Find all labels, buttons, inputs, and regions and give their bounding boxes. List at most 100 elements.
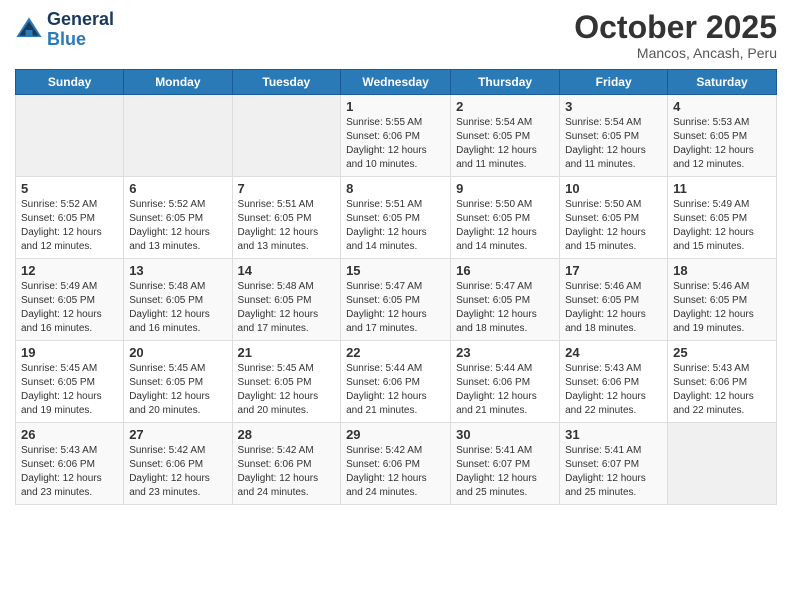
day-info: Sunrise: 5:54 AM Sunset: 6:05 PM Dayligh… [565,116,662,172]
header-friday: Friday [560,70,668,95]
day-number: 24 [565,345,662,360]
day-info: Sunrise: 5:52 AM Sunset: 6:05 PM Dayligh… [129,198,226,254]
calendar-cell: 31 Sunrise: 5:41 AM Sunset: 6:07 PM Dayli… [560,423,668,505]
calendar-cell [16,95,124,177]
calendar-cell: 10Sunrise: 5:50 AM Sunset: 6:05 PM Dayli… [560,177,668,259]
day-info: Sunrise: 5:52 AM Sunset: 6:05 PM Dayligh… [21,198,118,254]
calendar-cell: 24 Sunrise: 5:43 AM Sunset: 6:06 PM Dayli… [560,341,668,423]
day-info: Sunrise: 5:43 AM Sunset: 6:06 PM Dayligh… [673,362,771,418]
day-info: Sunrise: 5:41 AM Sunset: 6:07 PM Dayligh… [565,444,662,500]
day-number: 30 [456,427,554,442]
calendar-cell [232,95,341,177]
day-info: Sunrise: 5:55 AM Sunset: 6:06 PM Dayligh… [346,116,445,172]
calendar-cell: 1 Sunrise: 5:55 AM Sunset: 6:06 PM Daylig… [341,95,451,177]
week-row-0: 1 Sunrise: 5:55 AM Sunset: 6:06 PM Daylig… [16,95,777,177]
week-row-2: 12Sunrise: 5:49 AM Sunset: 6:05 PM Dayli… [16,259,777,341]
day-number: 2 [456,99,554,114]
day-info: Sunrise: 5:43 AM Sunset: 6:06 PM Dayligh… [565,362,662,418]
calendar-cell: 23Sunrise: 5:44 AM Sunset: 6:06 PM Dayli… [451,341,560,423]
day-number: 19 [21,345,118,360]
calendar-cell: 9Sunrise: 5:50 AM Sunset: 6:05 PM Daylig… [451,177,560,259]
header-sunday: Sunday [16,70,124,95]
day-number: 3 [565,99,662,114]
day-info: Sunrise: 5:48 AM Sunset: 6:05 PM Dayligh… [129,280,226,336]
day-info: Sunrise: 5:41 AM Sunset: 6:07 PM Dayligh… [456,444,554,500]
week-row-4: 26 Sunrise: 5:43 AM Sunset: 6:06 PM Dayli… [16,423,777,505]
calendar-cell: 11 Sunrise: 5:49 AM Sunset: 6:05 PM Dayli… [668,177,777,259]
day-info: Sunrise: 5:44 AM Sunset: 6:06 PM Dayligh… [346,362,445,418]
calendar-header-row: SundayMondayTuesdayWednesdayThursdayFrid… [16,70,777,95]
calendar-cell: 4 Sunrise: 5:53 AM Sunset: 6:05 PM Daylig… [668,95,777,177]
location: Mancos, Ancash, Peru [574,45,777,61]
calendar-cell: 28Sunrise: 5:42 AM Sunset: 6:06 PM Dayli… [232,423,341,505]
calendar-cell: 13Sunrise: 5:48 AM Sunset: 6:05 PM Dayli… [124,259,232,341]
day-info: Sunrise: 5:50 AM Sunset: 6:05 PM Dayligh… [565,198,662,254]
day-info: Sunrise: 5:45 AM Sunset: 6:05 PM Dayligh… [21,362,118,418]
day-number: 14 [238,263,336,278]
calendar-cell: 5Sunrise: 5:52 AM Sunset: 6:05 PM Daylig… [16,177,124,259]
logo-text: General Blue [47,10,114,50]
calendar-cell [124,95,232,177]
calendar-cell: 15 Sunrise: 5:47 AM Sunset: 6:05 PM Dayli… [341,259,451,341]
calendar-cell: 29 Sunrise: 5:42 AM Sunset: 6:06 PM Dayli… [341,423,451,505]
calendar-cell: 6 Sunrise: 5:52 AM Sunset: 6:05 PM Daylig… [124,177,232,259]
day-number: 28 [238,427,336,442]
calendar-cell: 7 Sunrise: 5:51 AM Sunset: 6:05 PM Daylig… [232,177,341,259]
header-monday: Monday [124,70,232,95]
day-number: 1 [346,99,445,114]
calendar-cell: 20Sunrise: 5:45 AM Sunset: 6:05 PM Dayli… [124,341,232,423]
header-tuesday: Tuesday [232,70,341,95]
day-number: 18 [673,263,771,278]
calendar-table: SundayMondayTuesdayWednesdayThursdayFrid… [15,69,777,505]
day-number: 29 [346,427,445,442]
header-saturday: Saturday [668,70,777,95]
page: General Blue October 2025 Mancos, Ancash… [0,0,792,612]
calendar-cell: 26 Sunrise: 5:43 AM Sunset: 6:06 PM Dayli… [16,423,124,505]
day-info: Sunrise: 5:53 AM Sunset: 6:05 PM Dayligh… [673,116,771,172]
day-info: Sunrise: 5:46 AM Sunset: 6:05 PM Dayligh… [565,280,662,336]
day-number: 16 [456,263,554,278]
day-number: 27 [129,427,226,442]
day-number: 22 [346,345,445,360]
header: General Blue October 2025 Mancos, Ancash… [15,10,777,61]
calendar-cell: 14Sunrise: 5:48 AM Sunset: 6:05 PM Dayli… [232,259,341,341]
day-info: Sunrise: 5:47 AM Sunset: 6:05 PM Dayligh… [346,280,445,336]
calendar-cell: 27Sunrise: 5:42 AM Sunset: 6:06 PM Dayli… [124,423,232,505]
logo-line2: Blue [47,29,86,49]
calendar-cell: 22 Sunrise: 5:44 AM Sunset: 6:06 PM Dayli… [341,341,451,423]
calendar-cell: 25 Sunrise: 5:43 AM Sunset: 6:06 PM Dayli… [668,341,777,423]
calendar-cell: 17Sunrise: 5:46 AM Sunset: 6:05 PM Dayli… [560,259,668,341]
day-info: Sunrise: 5:49 AM Sunset: 6:05 PM Dayligh… [673,198,771,254]
day-info: Sunrise: 5:43 AM Sunset: 6:06 PM Dayligh… [21,444,118,500]
day-number: 11 [673,181,771,196]
day-info: Sunrise: 5:50 AM Sunset: 6:05 PM Dayligh… [456,198,554,254]
day-number: 6 [129,181,226,196]
day-number: 31 [565,427,662,442]
week-row-1: 5Sunrise: 5:52 AM Sunset: 6:05 PM Daylig… [16,177,777,259]
day-info: Sunrise: 5:42 AM Sunset: 6:06 PM Dayligh… [346,444,445,500]
logo: General Blue [15,10,114,50]
calendar-cell: 2 Sunrise: 5:54 AM Sunset: 6:05 PM Daylig… [451,95,560,177]
day-info: Sunrise: 5:54 AM Sunset: 6:05 PM Dayligh… [456,116,554,172]
day-info: Sunrise: 5:51 AM Sunset: 6:05 PM Dayligh… [346,198,445,254]
calendar-cell: 30 Sunrise: 5:41 AM Sunset: 6:07 PM Dayli… [451,423,560,505]
day-number: 25 [673,345,771,360]
calendar-cell: 16Sunrise: 5:47 AM Sunset: 6:05 PM Dayli… [451,259,560,341]
day-info: Sunrise: 5:45 AM Sunset: 6:05 PM Dayligh… [238,362,336,418]
day-number: 7 [238,181,336,196]
week-row-3: 19 Sunrise: 5:45 AM Sunset: 6:05 PM Dayli… [16,341,777,423]
day-info: Sunrise: 5:46 AM Sunset: 6:05 PM Dayligh… [673,280,771,336]
month-title: October 2025 [574,10,777,45]
header-wednesday: Wednesday [341,70,451,95]
day-number: 8 [346,181,445,196]
header-thursday: Thursday [451,70,560,95]
day-number: 26 [21,427,118,442]
logo-icon [15,16,43,44]
day-info: Sunrise: 5:44 AM Sunset: 6:06 PM Dayligh… [456,362,554,418]
day-number: 4 [673,99,771,114]
day-info: Sunrise: 5:51 AM Sunset: 6:05 PM Dayligh… [238,198,336,254]
day-info: Sunrise: 5:49 AM Sunset: 6:05 PM Dayligh… [21,280,118,336]
day-number: 15 [346,263,445,278]
calendar-cell [668,423,777,505]
day-info: Sunrise: 5:45 AM Sunset: 6:05 PM Dayligh… [129,362,226,418]
